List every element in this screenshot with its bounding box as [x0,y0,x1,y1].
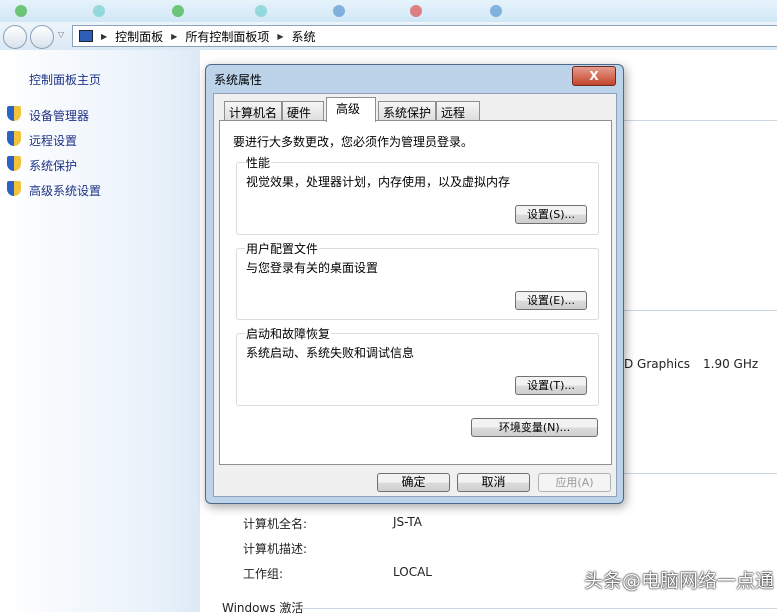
group-label: 用户配置文件 [245,240,320,257]
group-description: 系统启动、系统失败和调试信息 [246,346,415,360]
shield-icon [7,131,21,146]
group-description: 与您登录有关的桌面设置 [246,261,379,275]
group-description: 视觉效果，处理器计划，内存使用，以及虚拟内存 [246,175,511,189]
computer-icon [79,30,93,42]
divider [624,473,777,474]
dialog-title: 系统属性 [214,73,263,87]
app-icon [410,5,422,17]
section-title: Windows 激活 [222,601,304,615]
user-profiles-settings-button[interactable]: 设置(E)... [515,291,587,310]
sidebar-item-advanced[interactable]: 高级系统设置 [29,182,101,199]
tab-advanced[interactable]: 高级 [326,97,376,122]
watermark: 头条@电脑网络一点通 [584,570,775,592]
startup-recovery-group: 启动和故障恢复 系统启动、系统失败和调试信息 设置(T)... [236,325,599,406]
startup-settings-button[interactable]: 设置(T)... [515,376,587,395]
sidebar: 控制面板主页 设备管理器 远程设置 系统保护 高级系统设置 [0,50,200,612]
sidebar-item-protection[interactable]: 系统保护 [29,157,77,174]
shield-icon [7,156,21,171]
divider [624,310,777,311]
environment-variables-button[interactable]: 环境变量(N)... [471,418,598,437]
history-dropdown-icon[interactable]: ▽ [58,30,64,39]
close-button[interactable]: X [572,66,616,86]
app-icon [255,5,267,17]
chevron-right-icon: ▶ [171,31,178,41]
navigation-bar: ▽ ▶ 控制面板 ▶ 所有控制面板项 ▶ 系统 [0,22,777,50]
apply-button[interactable]: 应用(A) [538,473,611,492]
group-label: 性能 [245,154,272,171]
group-label: 启动和故障恢复 [245,325,332,342]
ok-button[interactable]: 确定 [377,473,450,492]
info-label: 计算机全名: [243,517,308,531]
shield-icon [7,106,21,121]
tab-hardware[interactable]: 硬件 [282,101,324,121]
breadcrumb-item[interactable]: 所有控制面板项 [185,28,269,45]
performance-group: 性能 视觉效果，处理器计划，内存使用，以及虚拟内存 设置(S)... [236,154,599,235]
divider [624,120,777,121]
breadcrumb-item[interactable]: 控制面板 [115,28,163,45]
performance-settings-button[interactable]: 设置(S)... [515,205,587,224]
divider [300,608,777,609]
sidebar-item-remote[interactable]: 远程设置 [29,132,77,149]
chevron-right-icon: ▶ [277,31,284,41]
tab-system-protection[interactable]: 系统保护 [378,101,436,121]
system-properties-dialog: 系统属性 X 计算机名 硬件 高级 系统保护 远程 要进行大多数更改，您必须作为… [205,64,624,504]
taskbar-blurred [0,0,777,24]
shield-icon [7,181,21,196]
breadcrumb-item[interactable]: 系统 [292,28,316,45]
app-icon [15,5,27,17]
tab-remote[interactable]: 远程 [436,101,480,121]
advanced-tab-panel: 要进行大多数更改，您必须作为管理员登录。 性能 视觉效果，处理器计划，内存使用，… [219,120,612,465]
forward-button[interactable] [30,25,54,49]
app-icon [93,5,105,17]
address-bar[interactable]: ▶ 控制面板 ▶ 所有控制面板项 ▶ 系统 [72,25,777,47]
app-icon [172,5,184,17]
cancel-button[interactable]: 取消 [457,473,530,492]
sidebar-home-link[interactable]: 控制面板主页 [29,71,101,88]
processor-graphics: D Graphics [624,357,691,371]
processor-speed: 1.90 GHz [703,357,759,371]
sidebar-item-device-manager[interactable]: 设备管理器 [29,107,89,124]
back-button[interactable] [3,25,27,49]
app-icon [490,5,502,17]
info-label: 工作组: [243,567,284,581]
info-value: JS-TA [393,515,422,529]
chevron-right-icon: ▶ [101,31,108,41]
info-value: LOCAL [393,565,432,579]
admin-notice: 要进行大多数更改，您必须作为管理员登录。 [233,135,474,149]
tab-computer-name[interactable]: 计算机名 [224,101,282,121]
app-icon [333,5,345,17]
info-label: 计算机描述: [243,542,308,556]
user-profiles-group: 用户配置文件 与您登录有关的桌面设置 设置(E)... [236,240,599,320]
